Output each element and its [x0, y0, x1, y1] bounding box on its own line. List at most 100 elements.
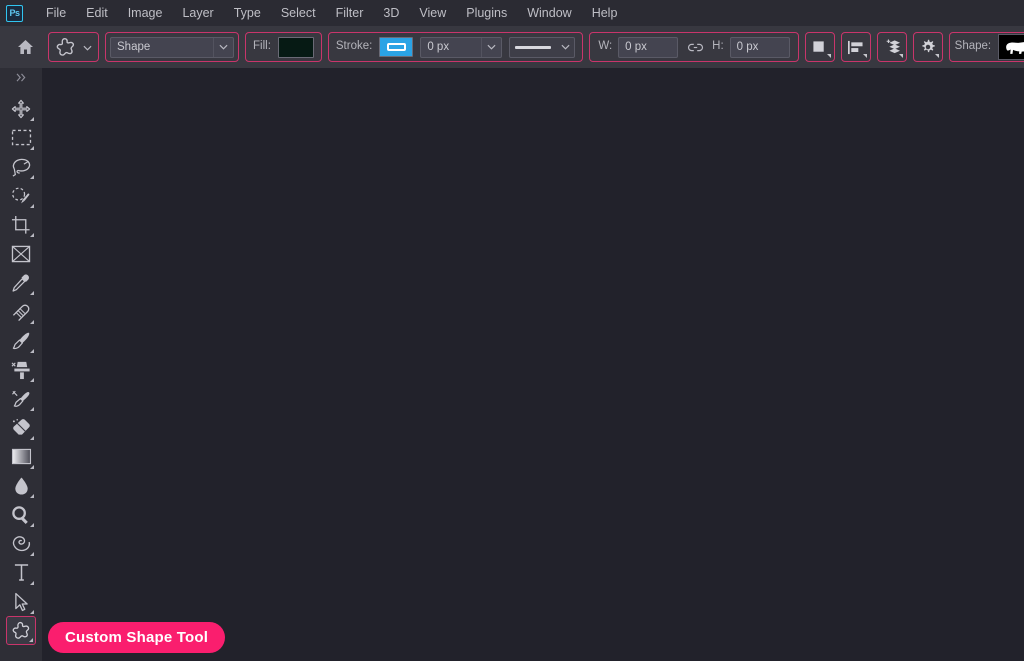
menu-item-help[interactable]: Help: [582, 3, 628, 24]
clone-stamp-tool[interactable]: [6, 355, 36, 384]
history-brush-tool[interactable]: [6, 384, 36, 413]
tool-flyout-indicator: [30, 175, 34, 179]
brush-tool[interactable]: [6, 326, 36, 355]
canvas-area[interactable]: [42, 68, 1024, 661]
tool-flyout-indicator: [30, 436, 34, 440]
gradient-icon: [11, 448, 32, 465]
path-selection-tool[interactable]: [6, 587, 36, 616]
menu-item-view[interactable]: View: [409, 3, 456, 24]
shape-mode-group: Shape: [105, 32, 239, 62]
fill-label: Fill:: [253, 40, 271, 53]
chevron-down-icon: [556, 44, 574, 50]
fill-group: Fill:: [245, 32, 322, 62]
rectangular-marquee-tool[interactable]: [6, 123, 36, 152]
tool-flyout-indicator: [29, 638, 33, 642]
eyedropper-tool[interactable]: [6, 268, 36, 297]
pen-tool[interactable]: [6, 529, 36, 558]
tool-flyout-indicator: [30, 291, 34, 295]
tool-flyout-indicator: [30, 407, 34, 411]
brush-icon: [11, 331, 31, 351]
tool-flyout-indicator: [30, 581, 34, 585]
photoshop-window: Ps File Edit Image Layer Type Select Filter 3D V…: [0, 0, 1024, 661]
object-selection-tool[interactable]: [6, 181, 36, 210]
move-icon: [11, 99, 31, 119]
pen-icon: [11, 534, 32, 554]
eraser-icon: [11, 418, 32, 437]
double-chevron-right-icon[interactable]: [0, 68, 42, 86]
menu-item-filter[interactable]: Filter: [326, 3, 374, 24]
width-input[interactable]: 0 px: [618, 36, 679, 58]
eyedropper-icon: [11, 273, 31, 293]
crop-tool[interactable]: [6, 210, 36, 239]
menu-item-plugins[interactable]: Plugins: [456, 3, 517, 24]
menu-item-type[interactable]: Type: [224, 3, 271, 24]
lasso-icon: [11, 157, 32, 177]
type-icon: [13, 563, 30, 582]
tool-flyout-indicator: [30, 320, 34, 324]
menu-items: File Edit Image Layer Type Select Filter 3D View…: [36, 3, 627, 24]
spot-healing-brush-tool[interactable]: [6, 297, 36, 326]
marquee-icon: [11, 129, 32, 146]
path-alignment-button[interactable]: [840, 32, 871, 62]
chevron-down-icon: [83, 38, 92, 56]
options-bar: Shape Fill: Stroke: 0 px W: 0 px H: 0 px…: [0, 26, 1024, 68]
height-input[interactable]: 0 px: [729, 36, 790, 58]
stroke-width-value: 0 px: [427, 41, 450, 53]
shape-mode-select[interactable]: Shape: [110, 36, 234, 58]
crop-icon: [11, 215, 31, 235]
eraser-tool[interactable]: [6, 413, 36, 442]
shape-label: Shape:: [954, 40, 992, 53]
menu-item-select[interactable]: Select: [271, 3, 326, 24]
blur-tool[interactable]: [6, 471, 36, 500]
tool-flyout-indicator: [30, 494, 34, 498]
shape-mode-value: Shape: [117, 41, 151, 53]
custom-shape-tool[interactable]: [6, 616, 36, 645]
path-arrangement-button[interactable]: [876, 32, 907, 62]
tool-flyout-indicator: [30, 349, 34, 353]
chevron-down-icon: [481, 37, 501, 57]
menu-item-file[interactable]: File: [36, 3, 76, 24]
type-tool[interactable]: [6, 558, 36, 587]
menu-item-edit[interactable]: Edit: [76, 3, 118, 24]
quick-selection-icon: [11, 186, 32, 206]
link-icon[interactable]: [684, 42, 706, 53]
custom-shape-picker[interactable]: Shape:: [948, 32, 1024, 62]
menu-bar: Ps File Edit Image Layer Type Select Filter 3D V…: [0, 0, 1024, 26]
move-tool[interactable]: [6, 94, 36, 123]
tool-preset-picker[interactable]: [48, 32, 99, 62]
frame-icon: [11, 245, 31, 263]
stroke-style-preview: [515, 45, 552, 49]
fill-color-swatch[interactable]: [277, 36, 314, 58]
history-brush-icon: [11, 389, 31, 409]
stroke-label: Stroke:: [335, 40, 373, 53]
menu-item-3d[interactable]: 3D: [373, 3, 409, 24]
menu-item-layer[interactable]: Layer: [172, 3, 223, 24]
menu-item-window[interactable]: Window: [517, 3, 581, 24]
gradient-tool[interactable]: [6, 442, 36, 471]
stroke-group: Stroke: 0 px: [327, 32, 584, 62]
tool-flyout-indicator: [30, 610, 34, 614]
path-operations-button[interactable]: [804, 32, 835, 62]
menu-item-image[interactable]: Image: [118, 3, 173, 24]
tools-panel: [0, 68, 42, 661]
stroke-width-select[interactable]: 0 px: [420, 36, 503, 58]
width-label: W:: [598, 40, 613, 53]
tool-flyout-indicator: [30, 523, 34, 527]
custom-shape-icon: [55, 36, 77, 58]
dodge-icon: [11, 505, 31, 525]
tool-flyout-indicator: [30, 117, 34, 121]
stroke-color-swatch[interactable]: [379, 37, 414, 57]
chevron-down-icon: [213, 37, 233, 57]
tools-list: [6, 94, 36, 645]
gear-icon[interactable]: [912, 32, 943, 62]
home-icon[interactable]: [8, 32, 42, 62]
tool-flyout-indicator: [30, 465, 34, 469]
dodge-tool[interactable]: [6, 500, 36, 529]
photoshop-logo: Ps: [6, 4, 23, 22]
tool-flyout-indicator: [30, 378, 34, 382]
lasso-tool[interactable]: [6, 152, 36, 181]
bear-silhouette-icon: [998, 34, 1024, 60]
size-group: W: 0 px H: 0 px: [589, 32, 799, 62]
stroke-style-select[interactable]: [509, 36, 576, 58]
frame-tool[interactable]: [6, 239, 36, 268]
